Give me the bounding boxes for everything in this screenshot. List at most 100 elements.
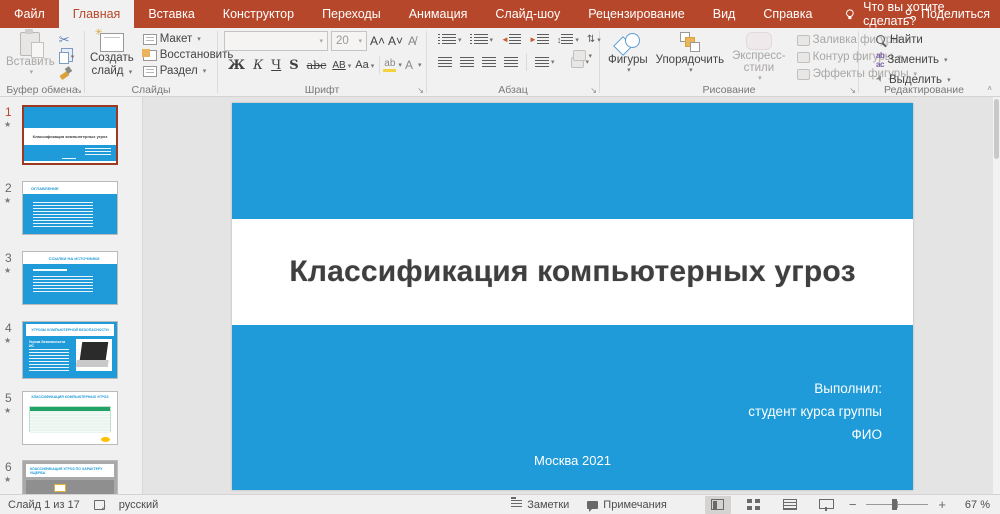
animation-star-icon[interactable]: ★ bbox=[4, 120, 11, 129]
scrollbar-thumb[interactable] bbox=[994, 99, 999, 159]
clear-formatting-button[interactable]: А̸ bbox=[408, 34, 416, 48]
tab-transitions[interactable]: Переходы bbox=[308, 0, 395, 28]
decrease-indent-button[interactable]: ◄ bbox=[498, 32, 524, 47]
slide-title-band[interactable]: Классификация компьютерных угроз bbox=[232, 219, 913, 325]
notes-button[interactable]: Заметки bbox=[511, 499, 569, 511]
zoom-slider-thumb[interactable] bbox=[892, 499, 897, 510]
new-slide-button[interactable]: Создать слайд ▾ bbox=[90, 30, 134, 82]
chevron-down-icon: ▾ bbox=[371, 63, 375, 70]
font-name-combobox[interactable]: ▾ bbox=[224, 31, 328, 51]
line-spacing-button[interactable]: ↕▾ bbox=[554, 32, 582, 47]
share-button[interactable]: Поделиться bbox=[902, 0, 990, 28]
group-drawing: Фигуры ▾ Упорядочить ▾ Экспресс-стили ▾ … bbox=[600, 28, 858, 97]
animation-star-icon[interactable]: ★ bbox=[4, 336, 11, 345]
grow-font-button[interactable]: А˄ bbox=[370, 34, 385, 48]
tab-slideshow[interactable]: Слайд-шоу bbox=[481, 0, 574, 28]
underline-button[interactable]: Ч bbox=[267, 58, 285, 73]
shapes-button[interactable]: Фигуры ▾ bbox=[608, 30, 648, 82]
slide-4-preview[interactable]: УГРОЗЫ КОМПЬЮТЕРНОЙ БЕЗОПАСНОСТИ Угроза … bbox=[22, 321, 118, 379]
paste-button[interactable]: Вставить ▾ bbox=[6, 30, 55, 82]
strikethrough-button[interactable]: abc bbox=[303, 59, 331, 72]
share-label: Поделиться bbox=[921, 7, 990, 21]
mini-table bbox=[29, 406, 111, 432]
slide-5-preview[interactable]: КЛАССИФИКАЦИЯ КОМПЬЮТЕРНЫХ УГРОЗ bbox=[22, 391, 118, 445]
font-dialog-launcher[interactable]: ↘ bbox=[417, 87, 424, 95]
powerpoint-window: Файл Главная Вставка Конструктор Переход… bbox=[0, 0, 1000, 514]
replace-button[interactable]: abacЗаменить▾ bbox=[873, 50, 989, 70]
chevron-down-icon: ▾ bbox=[348, 63, 352, 70]
align-right-button[interactable] bbox=[479, 55, 499, 70]
tab-animations[interactable]: Анимация bbox=[395, 0, 482, 28]
tab-help[interactable]: Справка bbox=[749, 0, 826, 28]
cut-button[interactable]: ✂ bbox=[59, 33, 75, 46]
change-case-button[interactable]: Аа▾ bbox=[353, 59, 376, 71]
bullets-button[interactable]: ▾ bbox=[435, 32, 465, 47]
slide-title[interactable]: Классификация компьютерных угроз bbox=[289, 255, 855, 289]
text-shadow-button[interactable]: S bbox=[285, 58, 302, 73]
paste-icon bbox=[20, 32, 40, 56]
language-indicator[interactable]: русский bbox=[119, 499, 158, 511]
italic-button[interactable]: К bbox=[249, 58, 267, 73]
normal-view-button[interactable] bbox=[705, 496, 731, 514]
tab-insert[interactable]: Вставка bbox=[134, 0, 208, 28]
shrink-font-button[interactable]: А˅ bbox=[388, 34, 403, 48]
format-painter-button[interactable] bbox=[59, 67, 71, 79]
increase-indent-button[interactable]: ► bbox=[526, 32, 552, 47]
paragraph-dialog-launcher[interactable]: ↘ bbox=[590, 87, 597, 95]
justify-button[interactable] bbox=[501, 55, 521, 70]
reading-view-icon bbox=[783, 499, 797, 510]
vertical-scrollbar[interactable] bbox=[993, 97, 1000, 494]
animation-star-icon[interactable]: ★ bbox=[4, 196, 11, 205]
slide-1-preview[interactable]: Классификация компьютерных угроз bbox=[22, 105, 118, 165]
tab-design[interactable]: Конструктор bbox=[209, 0, 308, 28]
slide-top-band[interactable] bbox=[232, 103, 913, 219]
character-spacing-button[interactable]: АВ▾ bbox=[330, 60, 353, 71]
slide-2-preview[interactable]: ОГЛАВЛЕНИЕ bbox=[22, 181, 118, 235]
slide-sorter-view-button[interactable] bbox=[741, 496, 767, 514]
copy-button[interactable]: ▾ bbox=[59, 49, 75, 64]
find-button[interactable]: Найти bbox=[873, 33, 989, 47]
align-center-button[interactable] bbox=[457, 55, 477, 70]
align-left-button[interactable] bbox=[435, 55, 455, 70]
animation-star-icon[interactable]: ★ bbox=[4, 266, 11, 275]
font-color-button[interactable]: А bbox=[402, 58, 416, 72]
status-bar: Слайд 1 из 17 русский Заметки Примечания… bbox=[0, 494, 1000, 514]
clipboard-dialog-launcher[interactable]: ↘ bbox=[75, 87, 82, 95]
slide-bottom-band[interactable]: Выполнил: студент курса группы ФИО Москв… bbox=[232, 325, 913, 490]
slide-footer[interactable]: Москва 2021 bbox=[232, 453, 913, 468]
font-size-combobox[interactable]: 20▾ bbox=[331, 31, 367, 51]
quick-styles-button[interactable]: Экспресс-стили ▾ bbox=[732, 30, 786, 82]
zoom-out-button[interactable]: − bbox=[849, 497, 857, 512]
slide-counter[interactable]: Слайд 1 из 17 bbox=[8, 499, 80, 511]
smartart-convert-button[interactable]: ▾ bbox=[570, 48, 595, 63]
bold-button[interactable]: Ж bbox=[224, 58, 249, 73]
chevron-down-icon: ▾ bbox=[203, 67, 207, 75]
arrange-button[interactable]: Упорядочить ▾ bbox=[656, 30, 724, 82]
collapse-ribbon-button[interactable]: ˄ bbox=[987, 84, 992, 93]
tab-home[interactable]: Главная bbox=[59, 0, 135, 28]
animation-star-icon[interactable]: ★ bbox=[4, 475, 11, 484]
reading-view-button[interactable] bbox=[777, 496, 803, 514]
tab-view[interactable]: Вид bbox=[699, 0, 750, 28]
slide-credits[interactable]: Выполнил: студент курса группы ФИО bbox=[748, 377, 882, 446]
drawing-dialog-launcher[interactable]: ↘ bbox=[849, 87, 856, 95]
mini-top-band bbox=[24, 107, 116, 128]
chevron-down-icon: ▾ bbox=[319, 37, 323, 45]
zoom-percentage[interactable]: 67 % bbox=[956, 499, 990, 511]
slide-canvas[interactable]: Классификация компьютерных угроз Выполни… bbox=[232, 103, 913, 490]
spellcheck-icon[interactable] bbox=[94, 500, 105, 510]
zoom-slider[interactable] bbox=[866, 504, 928, 505]
notes-icon bbox=[511, 500, 522, 509]
slide-3-preview[interactable]: ССЫЛКИ НА ИСТОЧНИКИ bbox=[22, 251, 118, 305]
new-slide-icon bbox=[100, 33, 124, 52]
animation-star-icon[interactable]: ★ bbox=[4, 406, 11, 415]
numbering-button[interactable]: ▾ bbox=[467, 32, 497, 47]
tab-review[interactable]: Рецензирование bbox=[574, 0, 699, 28]
tab-file[interactable]: Файл bbox=[0, 0, 59, 28]
columns-button[interactable]: ▾ bbox=[532, 55, 558, 70]
zoom-in-button[interactable]: + bbox=[938, 497, 946, 512]
comments-button[interactable]: Примечания bbox=[587, 499, 667, 511]
text-highlight-button[interactable]: ab bbox=[383, 58, 396, 72]
slide-6-preview[interactable]: КЛАССИФИКАЦИЯ УГРОЗ ПО ХАРАКТЕРУ УЩЕРБА bbox=[22, 460, 118, 494]
slideshow-view-button[interactable] bbox=[813, 496, 839, 514]
